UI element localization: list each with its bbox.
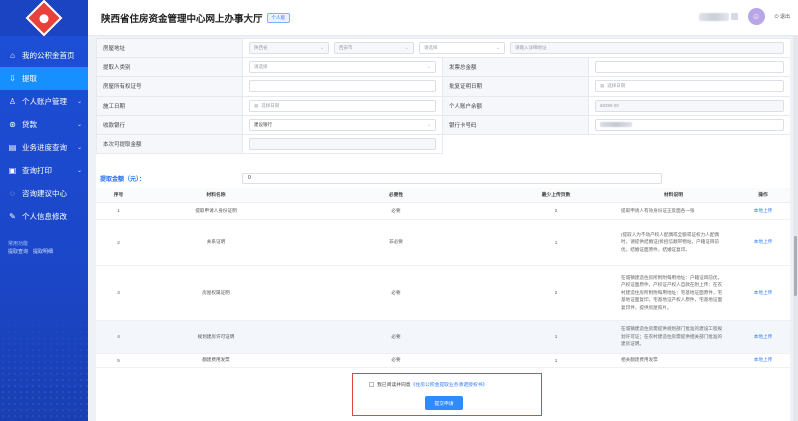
scrollbar-thumb[interactable] <box>794 236 797 296</box>
chevron-down-icon: ⌄ <box>495 45 500 52</box>
address-detail-input[interactable]: 请输入详细地址 <box>510 42 785 55</box>
loan-icon: ⊛ <box>9 119 16 129</box>
agreement-row: 我已阅读并同意 《住房公积金提取业务承诺授权书》 <box>369 381 487 388</box>
sidebar-item-consult[interactable]: ◌ 咨询建议中心 <box>0 182 88 205</box>
upload-button[interactable]: 本地上传 <box>736 265 790 321</box>
col-pages: 最少上传页数 <box>501 188 611 203</box>
approval-date-label: 批复证明日期 <box>442 76 589 97</box>
home-icon: ⌂ <box>10 50 15 60</box>
house-address-label: 房屋地址 <box>96 38 243 59</box>
submit-button[interactable]: 提交申请 <box>425 396 463 410</box>
chevron-down-icon: ⌄ <box>426 64 431 71</box>
version-badge: 个人版 <box>266 12 291 23</box>
property-cert-label: 房屋所有权证号 <box>96 76 243 97</box>
table-row: 4 规划建房许可证明 必要 1 在城镇建造住房需提供规划部门批准的建设工程规划许可证；… <box>96 320 790 354</box>
withdraw-icon: ⇩ <box>9 73 16 83</box>
col-desc: 材料说明 <box>611 188 736 203</box>
withdraw-amount-row: 提取金额（元）： 0 <box>96 170 790 186</box>
user-name-redacted <box>698 12 729 21</box>
progress-icon: ▤ <box>8 142 17 152</box>
table-row: 3 房屋权属证明 必要 2 在城镇建造住房所附附每用地址：户籍证目前优，产权证面原件，… <box>96 265 790 321</box>
col-need: 必要性 <box>291 188 501 203</box>
approval-date-picker[interactable]: ▦ 选择日期 <box>595 80 785 93</box>
col-no: 序号 <box>96 188 141 203</box>
sidebar-item-profile[interactable]: ✎ 个人信息修改 <box>0 205 88 228</box>
agree-checkbox[interactable] <box>369 382 374 387</box>
sidebar: ⌂ 我的公积金首页 ⇩ 提取 ♙ 个人账户管理 ⌄ ⊛ 贷款 ⌄ ▤ 业务进度查询 ⌄ ▣ 查询打… <box>0 0 88 421</box>
table-row: 5 翻建费用发票 必要 1 相关翻建费用发票 本地上传 <box>96 353 790 368</box>
withdrawer-type-select[interactable]: 请选择 ⌄ <box>249 61 436 74</box>
page-title: 陕西省住房资金管理中心网上办事大厅 <box>101 13 263 25</box>
agreement-link[interactable]: 《住房公积金提取业务承诺授权书》 <box>411 381 488 388</box>
invoice-amount-label: 发票总金额 <box>442 57 589 78</box>
chevron-down-icon: ⌄ <box>404 45 409 52</box>
withdrawable-label: 本次可提取金额 <box>96 133 243 155</box>
chevron-down-icon: ⌄ <box>76 122 82 128</box>
main-panel: 房屋地址 陕西省 ⌄ 西安市 ⌄ 请选择 ⌄ 请输入详细地址 提取人类别 请选择 ⌄ 发… <box>96 38 790 421</box>
sidebar-item-withdraw[interactable]: ⇩ 提取 <box>0 67 88 90</box>
quick-link-withdraw-detail[interactable]: 提取明细 <box>33 249 53 255</box>
header: 陕西省住房资金管理中心网上办事大厅 个人版 ☺ ⏻ 退出 <box>88 0 798 36</box>
upload-button[interactable]: 本地上传 <box>736 219 790 266</box>
bank-label: 收款银行 <box>96 114 243 135</box>
property-cert-input[interactable] <box>249 80 436 93</box>
sidebar-item-home[interactable]: ⌂ 我的公积金首页 <box>0 44 88 67</box>
district-select[interactable]: 请选择 ⌄ <box>419 42 505 55</box>
user-icon: ♙ <box>8 96 17 106</box>
chat-icon: ◌ <box>10 188 15 198</box>
logout-button[interactable]: ⏻ 退出 <box>775 13 790 20</box>
scrollbar[interactable] <box>793 36 798 421</box>
upload-button[interactable]: 本地上传 <box>736 320 790 354</box>
city-select[interactable]: 西安市 ⌄ <box>334 42 414 55</box>
quick-link-withdraw-query[interactable]: 提取查询 <box>8 249 28 255</box>
upload-button[interactable]: 本地上传 <box>736 202 790 220</box>
province-select[interactable]: 陕西省 ⌄ <box>249 42 329 55</box>
chevron-down-icon: ⌄ <box>76 145 82 151</box>
withdrawable-field <box>249 138 436 151</box>
chevron-down-icon: ⌄ <box>426 121 431 128</box>
print-icon: ▣ <box>8 165 17 175</box>
col-op: 操作 <box>736 188 790 203</box>
materials-table: 序号 材料名称 必要性 最少上传页数 材料说明 操作 1 提取申请人身份证明 必要 2… <box>96 188 790 368</box>
user-extra-redacted <box>730 13 738 20</box>
table-row: 1 提取申请人身份证明 必要 2 提取申请人有效身份证正反面各一张 本地上传 <box>96 202 790 220</box>
sidebar-nav: ⌂ 我的公积金首页 ⇩ 提取 ♙ 个人账户管理 ⌄ ⊛ 贷款 ⌄ ▤ 业务进度查询 ⌄ ▣ 查询打… <box>0 44 88 228</box>
withdraw-form: 房屋地址 陕西省 ⌄ 西安市 ⌄ 请选择 ⌄ 请输入详细地址 提取人类别 请选择 ⌄ 发… <box>96 38 790 155</box>
calendar-icon: ▦ <box>254 102 259 108</box>
construction-date-label: 施工日期 <box>96 95 243 116</box>
submit-section: 我已阅读并同意 《住房公积金提取业务承诺授权书》 提交申请 <box>352 373 542 416</box>
col-name: 材料名称 <box>141 188 291 203</box>
upload-button[interactable]: 本地上传 <box>736 353 790 368</box>
table-row: 2 关系证明 非必要 1 (提取人为不动产权人配偶或全额或证权力人配偶时，请提供结婚证… <box>96 219 790 266</box>
construction-date-picker[interactable]: ▦ 选择日期 <box>249 99 436 112</box>
quick-links-title: 常用功能 <box>8 241 29 247</box>
invoice-amount-input[interactable] <box>595 61 785 74</box>
account-balance-label: 个人账户余额 <box>442 95 589 116</box>
withdraw-amount-label: 提取金额（元）： <box>100 176 146 183</box>
chevron-down-icon: ⌄ <box>76 168 82 174</box>
withdrawer-type-label: 提取人类别 <box>96 57 243 78</box>
avatar[interactable]: ☺ <box>747 8 765 25</box>
chevron-down-icon: ⌄ <box>76 99 82 105</box>
decorative-dots <box>0 311 88 421</box>
sidebar-item-progress[interactable]: ▤ 业务进度查询 ⌄ <box>0 136 88 159</box>
sidebar-item-loan[interactable]: ⊛ 贷款 ⌄ <box>0 113 88 136</box>
calendar-icon: ▦ <box>600 83 605 89</box>
agree-text: 我已阅读并同意 <box>377 383 411 388</box>
logo-icon[interactable] <box>25 0 63 37</box>
bank-card-label: 银行卡号码 <box>442 114 589 135</box>
settings-icon: ✎ <box>9 211 16 221</box>
logo-area <box>0 0 88 37</box>
card-number-redacted <box>600 122 632 128</box>
sidebar-item-print[interactable]: ▣ 查询打印 ⌄ <box>0 159 88 182</box>
bank-select[interactable]: 建设银行 ⌄ <box>249 118 436 131</box>
sidebar-item-account[interactable]: ♙ 个人账户管理 ⌄ <box>0 90 88 113</box>
quick-links: 常用功能 提取查询 提取明细 <box>0 228 88 256</box>
account-balance-field: 68399.00 <box>595 99 785 112</box>
chevron-down-icon: ⌄ <box>319 45 324 52</box>
withdraw-amount-input[interactable]: 0 <box>242 172 662 184</box>
bank-card-input[interactable] <box>595 118 785 131</box>
